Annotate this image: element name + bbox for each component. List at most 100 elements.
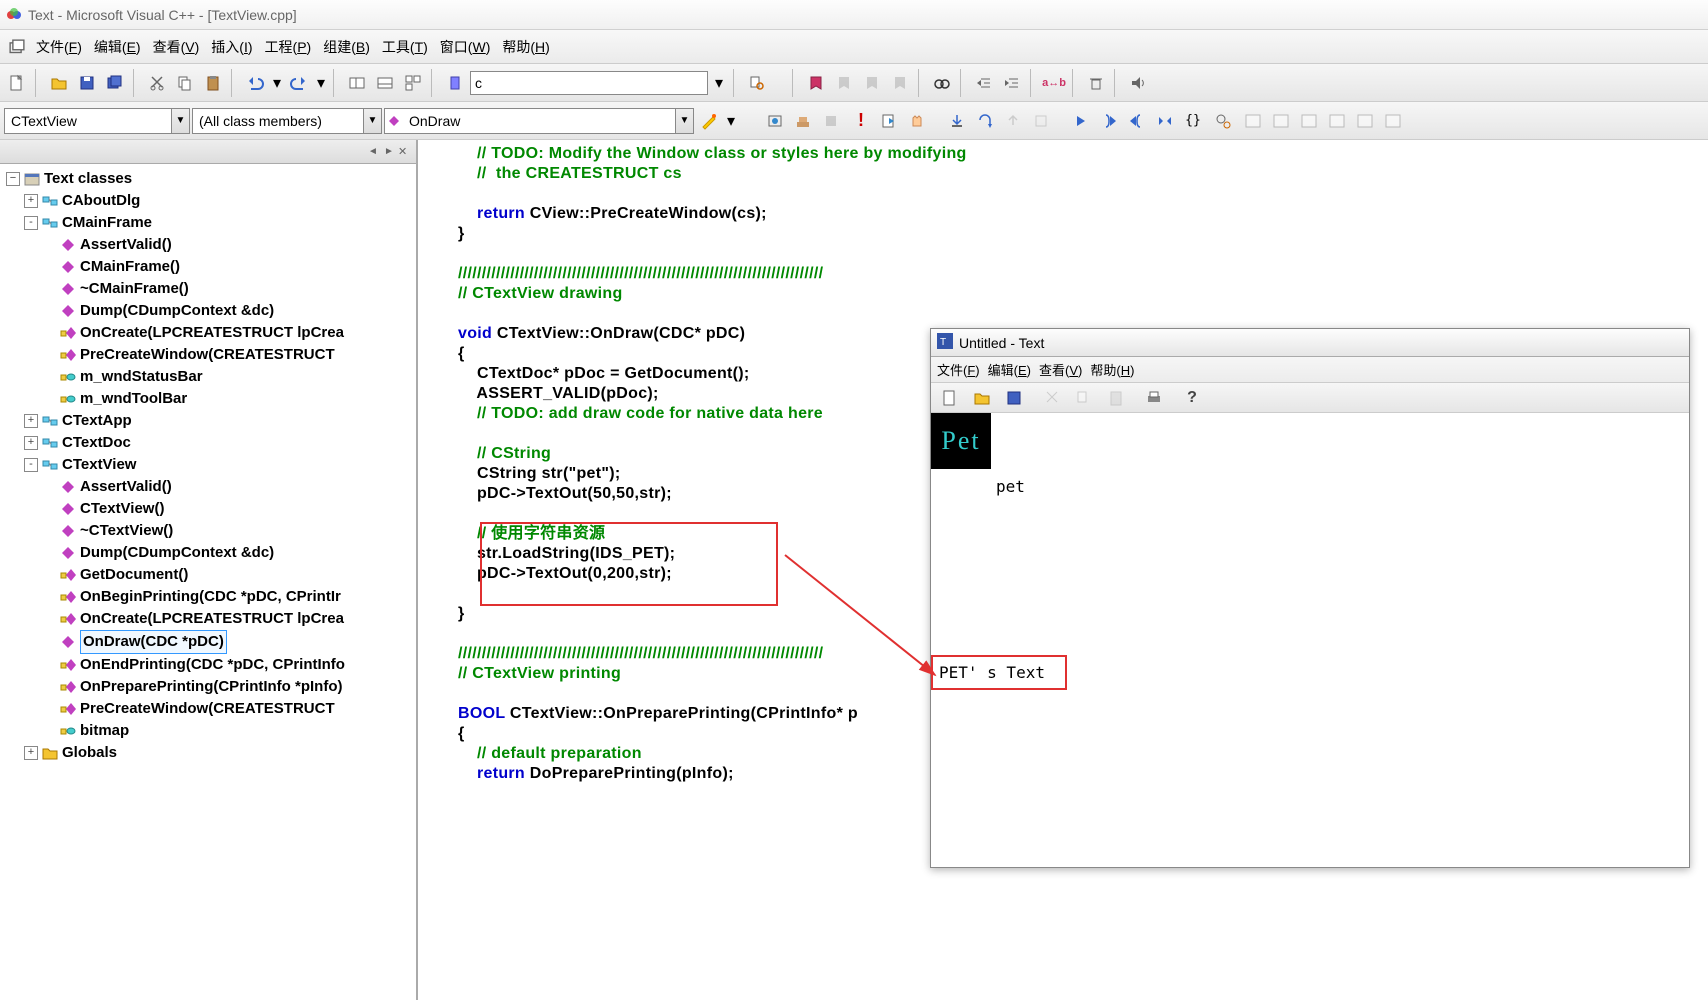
rt-print-icon[interactable] xyxy=(1141,385,1167,411)
wizard-dropdown-icon[interactable]: ▾ xyxy=(724,108,738,134)
tree-expander[interactable]: + xyxy=(24,194,38,208)
workspace-icon[interactable] xyxy=(344,70,370,96)
wizard-icon[interactable] xyxy=(696,108,722,134)
tree-item[interactable]: OnBeginPrinting(CDC *pDC, CPrintIr xyxy=(80,586,341,608)
find-tool-icon[interactable] xyxy=(744,70,770,96)
step-brace-left-icon[interactable] xyxy=(1124,108,1150,134)
tree-expander[interactable]: + xyxy=(24,746,38,760)
menu-b[interactable]: 组建(B) xyxy=(317,35,376,59)
step-over-icon[interactable] xyxy=(972,108,998,134)
restore-window-icon[interactable] xyxy=(6,36,28,58)
tab-close-icon[interactable]: ✕ xyxy=(398,145,412,159)
rt-open-icon[interactable] xyxy=(969,385,995,411)
undo-icon[interactable] xyxy=(242,70,268,96)
bookmark-prev-icon[interactable] xyxy=(859,70,885,96)
save-all-icon[interactable] xyxy=(102,70,128,96)
toggle-bookmark-icon[interactable] xyxy=(442,70,468,96)
quickwatch-icon[interactable] xyxy=(1210,108,1236,134)
run-to-cursor-icon[interactable] xyxy=(1028,108,1054,134)
breakpoint-hand-icon[interactable] xyxy=(904,108,930,134)
tree-item[interactable]: CTextDoc xyxy=(62,432,131,454)
menu-w[interactable]: 窗口(W) xyxy=(434,35,497,59)
tree-item[interactable]: Dump(CDumpContext &dc) xyxy=(80,300,274,322)
tab-next-icon[interactable]: ► xyxy=(382,145,396,159)
bookmark-next-icon[interactable] xyxy=(831,70,857,96)
rt-menu-f[interactable]: 文件(F) xyxy=(937,360,980,379)
undo-dropdown-icon[interactable]: ▾ xyxy=(270,70,284,96)
menu-i[interactable]: 插入(I) xyxy=(205,35,258,59)
stop-build-icon[interactable] xyxy=(818,108,844,134)
step-out-icon[interactable] xyxy=(1000,108,1026,134)
indent-icon[interactable] xyxy=(971,70,997,96)
tree-item[interactable]: OnPreparePrinting(CPrintInfo *pInfo) xyxy=(80,676,343,698)
window1-icon[interactable] xyxy=(1240,108,1266,134)
tree-expander[interactable]: + xyxy=(24,414,38,428)
rt-save-icon[interactable] xyxy=(1001,385,1027,411)
build-icon[interactable] xyxy=(790,108,816,134)
output-window-icon[interactable] xyxy=(372,70,398,96)
tree-item[interactable]: PreCreateWindow(CREATESTRUCT xyxy=(80,698,335,720)
redo-dropdown-icon[interactable]: ▾ xyxy=(314,70,328,96)
tree-item[interactable]: Globals xyxy=(62,742,117,764)
window3-icon[interactable] xyxy=(1296,108,1322,134)
tree-item[interactable]: CTextView xyxy=(62,454,136,476)
braces-icon[interactable]: {} xyxy=(1180,108,1206,134)
tree-item[interactable]: OnEndPrinting(CDC *pDC, CPrintInfo xyxy=(80,654,345,676)
paste-icon[interactable] xyxy=(200,70,226,96)
rt-cut-icon[interactable] xyxy=(1039,385,1065,411)
tree-item[interactable]: bitmap xyxy=(80,720,129,742)
class-tree[interactable]: −Text classes +CAboutDlg-CMainFrameAsser… xyxy=(0,164,416,1000)
menu-t[interactable]: 工具(T) xyxy=(376,35,434,59)
window-list-icon[interactable] xyxy=(400,70,426,96)
menu-f[interactable]: 文件(F) xyxy=(30,35,88,59)
find-combo[interactable] xyxy=(470,71,708,95)
delete-icon[interactable] xyxy=(1083,70,1109,96)
tree-item[interactable]: AssertValid() xyxy=(80,476,172,498)
tree-item[interactable]: CMainFrame xyxy=(62,212,152,234)
tree-item[interactable]: OnCreate(LPCREATESTRUCT lpCrea xyxy=(80,608,344,630)
rt-copy-icon[interactable] xyxy=(1071,385,1097,411)
tree-item[interactable]: PreCreateWindow(CREATESTRUCT xyxy=(80,344,335,366)
cut-icon[interactable] xyxy=(144,70,170,96)
execute-icon[interactable]: ! xyxy=(848,108,874,134)
tree-item[interactable]: CMainFrame() xyxy=(80,256,180,278)
bookmark-clear-icon[interactable] xyxy=(887,70,913,96)
window4-icon[interactable] xyxy=(1324,108,1350,134)
copy-icon[interactable] xyxy=(172,70,198,96)
bookmark-flag-icon[interactable] xyxy=(803,70,829,96)
tree-item[interactable]: GetDocument() xyxy=(80,564,188,586)
rt-help-icon[interactable]: ? xyxy=(1179,385,1205,411)
tree-item[interactable]: ~CMainFrame() xyxy=(80,278,189,300)
step-brace-right-icon[interactable] xyxy=(1096,108,1122,134)
menu-h[interactable]: 帮助(H) xyxy=(496,35,555,59)
redo-icon[interactable] xyxy=(286,70,312,96)
rt-menu-v[interactable]: 查看(V) xyxy=(1039,360,1082,379)
menu-v[interactable]: 查看(V) xyxy=(147,35,206,59)
sound-icon[interactable] xyxy=(1125,70,1151,96)
tree-item[interactable]: OnCreate(LPCREATESTRUCT lpCrea xyxy=(80,322,344,344)
tree-item[interactable]: OnDraw(CDC *pDC) xyxy=(80,630,227,654)
class-combo[interactable]: CTextView▼ xyxy=(4,108,190,134)
tree-item[interactable]: Dump(CDumpContext &dc) xyxy=(80,542,274,564)
menu-p[interactable]: 工程(P) xyxy=(259,35,318,59)
window6-icon[interactable] xyxy=(1380,108,1406,134)
replace-icon[interactable]: a↔b xyxy=(1041,70,1067,96)
filter-combo[interactable]: (All class members)▼ xyxy=(192,108,382,134)
new-file-icon[interactable] xyxy=(4,70,30,96)
open-folder-icon[interactable] xyxy=(46,70,72,96)
member-combo[interactable]: OnDraw▼ xyxy=(384,108,694,134)
tab-prev-icon[interactable]: ◄ xyxy=(366,145,380,159)
menu-e[interactable]: 编辑(E) xyxy=(88,35,147,59)
tree-item[interactable]: ~CTextView() xyxy=(80,520,173,542)
window5-icon[interactable] xyxy=(1352,108,1378,134)
step-right-icon[interactable] xyxy=(1068,108,1094,134)
tree-item[interactable]: CAboutDlg xyxy=(62,190,140,212)
tree-item[interactable]: m_wndToolBar xyxy=(80,388,187,410)
tree-item[interactable]: m_wndStatusBar xyxy=(80,366,203,388)
compile-icon[interactable] xyxy=(762,108,788,134)
window2-icon[interactable] xyxy=(1268,108,1294,134)
save-icon[interactable] xyxy=(74,70,100,96)
rt-new-icon[interactable] xyxy=(937,385,963,411)
tree-expander[interactable]: - xyxy=(24,458,38,472)
tree-item[interactable]: CTextApp xyxy=(62,410,132,432)
